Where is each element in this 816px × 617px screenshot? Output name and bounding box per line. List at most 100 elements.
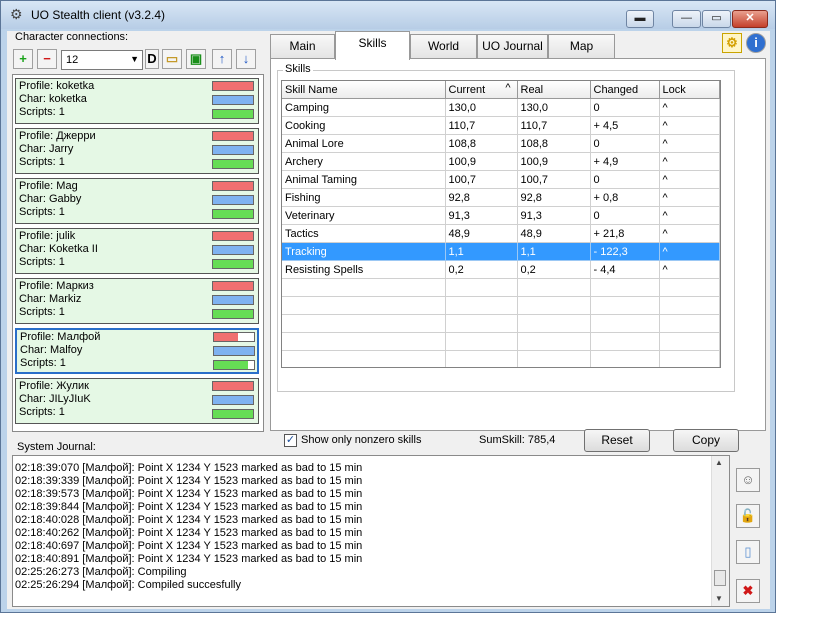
clear-button[interactable]: ✖ xyxy=(736,579,760,603)
tab-map[interactable]: Map xyxy=(548,34,615,58)
empty-table-row[interactable] xyxy=(282,332,720,351)
skills-group: Skills Skill Name Current ^ Real Changed Lock… xyxy=(277,63,735,392)
table-cell: ^ xyxy=(659,260,720,279)
table-cell xyxy=(445,350,518,367)
char-name: Char: Malfoy xyxy=(20,344,83,356)
table-row[interactable]: Fishing 92,8 92,8 + 0,8 ^ xyxy=(282,188,720,207)
copy-button[interactable]: Copy xyxy=(673,429,739,452)
table-cell: ^ xyxy=(659,224,720,243)
hp-bar xyxy=(212,231,254,241)
journal-scrollbar[interactable]: ▲ ▼ xyxy=(711,456,729,606)
table-cell xyxy=(445,278,518,297)
mana-bar xyxy=(212,195,254,205)
hp-bar xyxy=(213,332,255,342)
lock-icon: 🔓 xyxy=(739,508,757,523)
table-row[interactable]: Cooking 110,7 110,7 + 4,5 ^ xyxy=(282,116,720,135)
table-row[interactable]: Animal Lore 108,8 108,8 0 ^ xyxy=(282,134,720,153)
move-down-button[interactable]: ↓ xyxy=(236,49,256,69)
table-row[interactable]: Camping 130,0 130,0 0 ^ xyxy=(282,98,720,117)
profile-card[interactable]: Profile: koketka Char: koketka Scripts: 1 xyxy=(15,78,259,124)
journal-line: 02:18:39:339 [Малфой]: Point X 1234 Y 15… xyxy=(15,475,363,487)
table-row[interactable]: Animal Taming 100,7 100,7 0 ^ xyxy=(282,170,720,189)
profile-card[interactable]: Profile: Джерри Char: Jarry Scripts: 1 xyxy=(15,128,259,174)
scripts-count: Scripts: 1 xyxy=(19,406,65,418)
table-cell: 1,1 xyxy=(517,242,591,261)
hp-bar-fill xyxy=(213,182,253,190)
column-header[interactable]: Changed xyxy=(590,81,660,99)
unlock-button[interactable]: 🔓 xyxy=(736,504,760,528)
close-button[interactable]: ✕ xyxy=(732,10,768,28)
table-cell: 91,3 xyxy=(517,206,591,225)
file-icon: ▯ xyxy=(744,544,752,559)
empty-table-row[interactable] xyxy=(282,350,720,367)
table-cell: 91,3 xyxy=(445,206,518,225)
system-journal[interactable]: ▲ ▼ 02:18:39:070 [Малфой]: Point X 1234 … xyxy=(12,455,730,607)
table-row[interactable]: Veterinary 91,3 91,3 0 ^ xyxy=(282,206,720,225)
user-button[interactable]: ☺ xyxy=(736,468,760,492)
table-cell xyxy=(590,350,660,367)
table-cell: Tactics xyxy=(282,224,446,243)
title-bar[interactable]: ⚙ UO Stealth client (v3.2.4) ▬ — ▭ ✕ xyxy=(1,1,775,29)
scroll-down-icon[interactable]: ▼ xyxy=(715,594,723,603)
table-cell: Animal Taming xyxy=(282,170,446,189)
table-cell: 100,9 xyxy=(517,152,591,171)
new-file-button[interactable]: ▯ xyxy=(736,540,760,564)
nonzero-checkbox[interactable]: ✓ xyxy=(284,434,297,447)
column-header[interactable]: Current ^ xyxy=(445,81,518,99)
mana-bar-fill xyxy=(213,196,253,204)
table-cell: + 0,8 xyxy=(590,188,660,207)
table-cell: - 4,4 xyxy=(590,260,660,279)
table-cell: 110,7 xyxy=(517,116,591,135)
settings-button[interactable]: ⚙ xyxy=(722,33,742,53)
profile-card[interactable]: Profile: Маркиз Char: Markiz Scripts: 1 xyxy=(15,278,259,324)
profile-card[interactable]: Profile: Жулик Char: JILyJIuK Scripts: 1 xyxy=(15,378,259,424)
tab-world[interactable]: World xyxy=(410,34,477,58)
save-button[interactable]: ▣ xyxy=(186,49,206,69)
gear-app-icon: ⚙ xyxy=(10,6,23,22)
table-cell xyxy=(517,350,591,367)
minimize-button[interactable]: — xyxy=(672,10,701,28)
table-row[interactable]: Tactics 48,9 48,9 + 21,8 ^ xyxy=(282,224,720,243)
empty-table-row[interactable] xyxy=(282,296,720,315)
profile-card[interactable]: Profile: julik Char: Koketka II Scripts: 1 xyxy=(15,228,259,274)
profile-card[interactable]: Profile: Малфой Char: Malfoy Scripts: 1 xyxy=(15,328,259,374)
column-header-label: Changed xyxy=(593,83,639,96)
about-button[interactable]: i xyxy=(746,33,766,53)
scroll-thumb[interactable] xyxy=(714,570,726,586)
maximize-button[interactable]: ▭ xyxy=(702,10,731,28)
column-header[interactable]: Lock xyxy=(659,81,720,99)
reset-button[interactable]: Reset xyxy=(584,429,650,452)
table-row[interactable]: Archery 100,9 100,9 + 4,9 ^ xyxy=(282,152,720,171)
stam-bar xyxy=(212,309,254,319)
journal-line: 02:25:26:294 [Малфой]: Compiled succesfu… xyxy=(15,579,241,591)
add-connection-button[interactable]: + xyxy=(13,49,33,69)
tab-uo-journal[interactable]: UO Journal xyxy=(477,34,548,58)
skills-table[interactable]: Skill Name Current ^ Real Changed Lock Campin… xyxy=(281,80,721,368)
hp-bar-fill xyxy=(213,282,253,290)
open-folder-button[interactable]: ▭ xyxy=(162,49,182,69)
column-header[interactable]: Real xyxy=(517,81,591,99)
tab-skills[interactable]: Skills xyxy=(335,31,410,60)
tab-main[interactable]: Main xyxy=(270,34,335,58)
empty-table-row[interactable] xyxy=(282,278,720,297)
mana-bar xyxy=(212,145,254,155)
table-cell: 0,2 xyxy=(445,260,518,279)
profile-select[interactable]: 12 ▼ xyxy=(61,50,143,70)
remove-connection-button[interactable]: − xyxy=(37,49,57,69)
table-row[interactable]: Resisting Spells 0,2 0,2- 4,4 ^ xyxy=(282,260,720,279)
profile-list[interactable]: Profile: koketka Char: koketka Scripts: 1P… xyxy=(12,74,264,432)
table-cell: 0 xyxy=(590,206,660,225)
tray-button[interactable]: ▬ xyxy=(626,10,654,28)
profile-card[interactable]: Profile: Mag Char: Gabby Scripts: 1 xyxy=(15,178,259,224)
column-header[interactable]: Skill Name xyxy=(282,81,446,99)
d-button[interactable]: D xyxy=(145,49,159,69)
table-cell xyxy=(659,332,720,351)
table-cell xyxy=(282,332,446,351)
main-window: ⚙ UO Stealth client (v3.2.4) ▬ — ▭ ✕ Cha… xyxy=(0,0,776,613)
scroll-up-icon[interactable]: ▲ xyxy=(715,458,723,467)
profile-name: Profile: koketka xyxy=(19,80,95,92)
move-up-button[interactable]: ↑ xyxy=(212,49,232,69)
table-row[interactable]: Tracking 1,1 1,1- 122,3 ^ xyxy=(282,242,720,261)
profile-name: Profile: Жулик xyxy=(19,380,89,392)
empty-table-row[interactable] xyxy=(282,314,720,333)
